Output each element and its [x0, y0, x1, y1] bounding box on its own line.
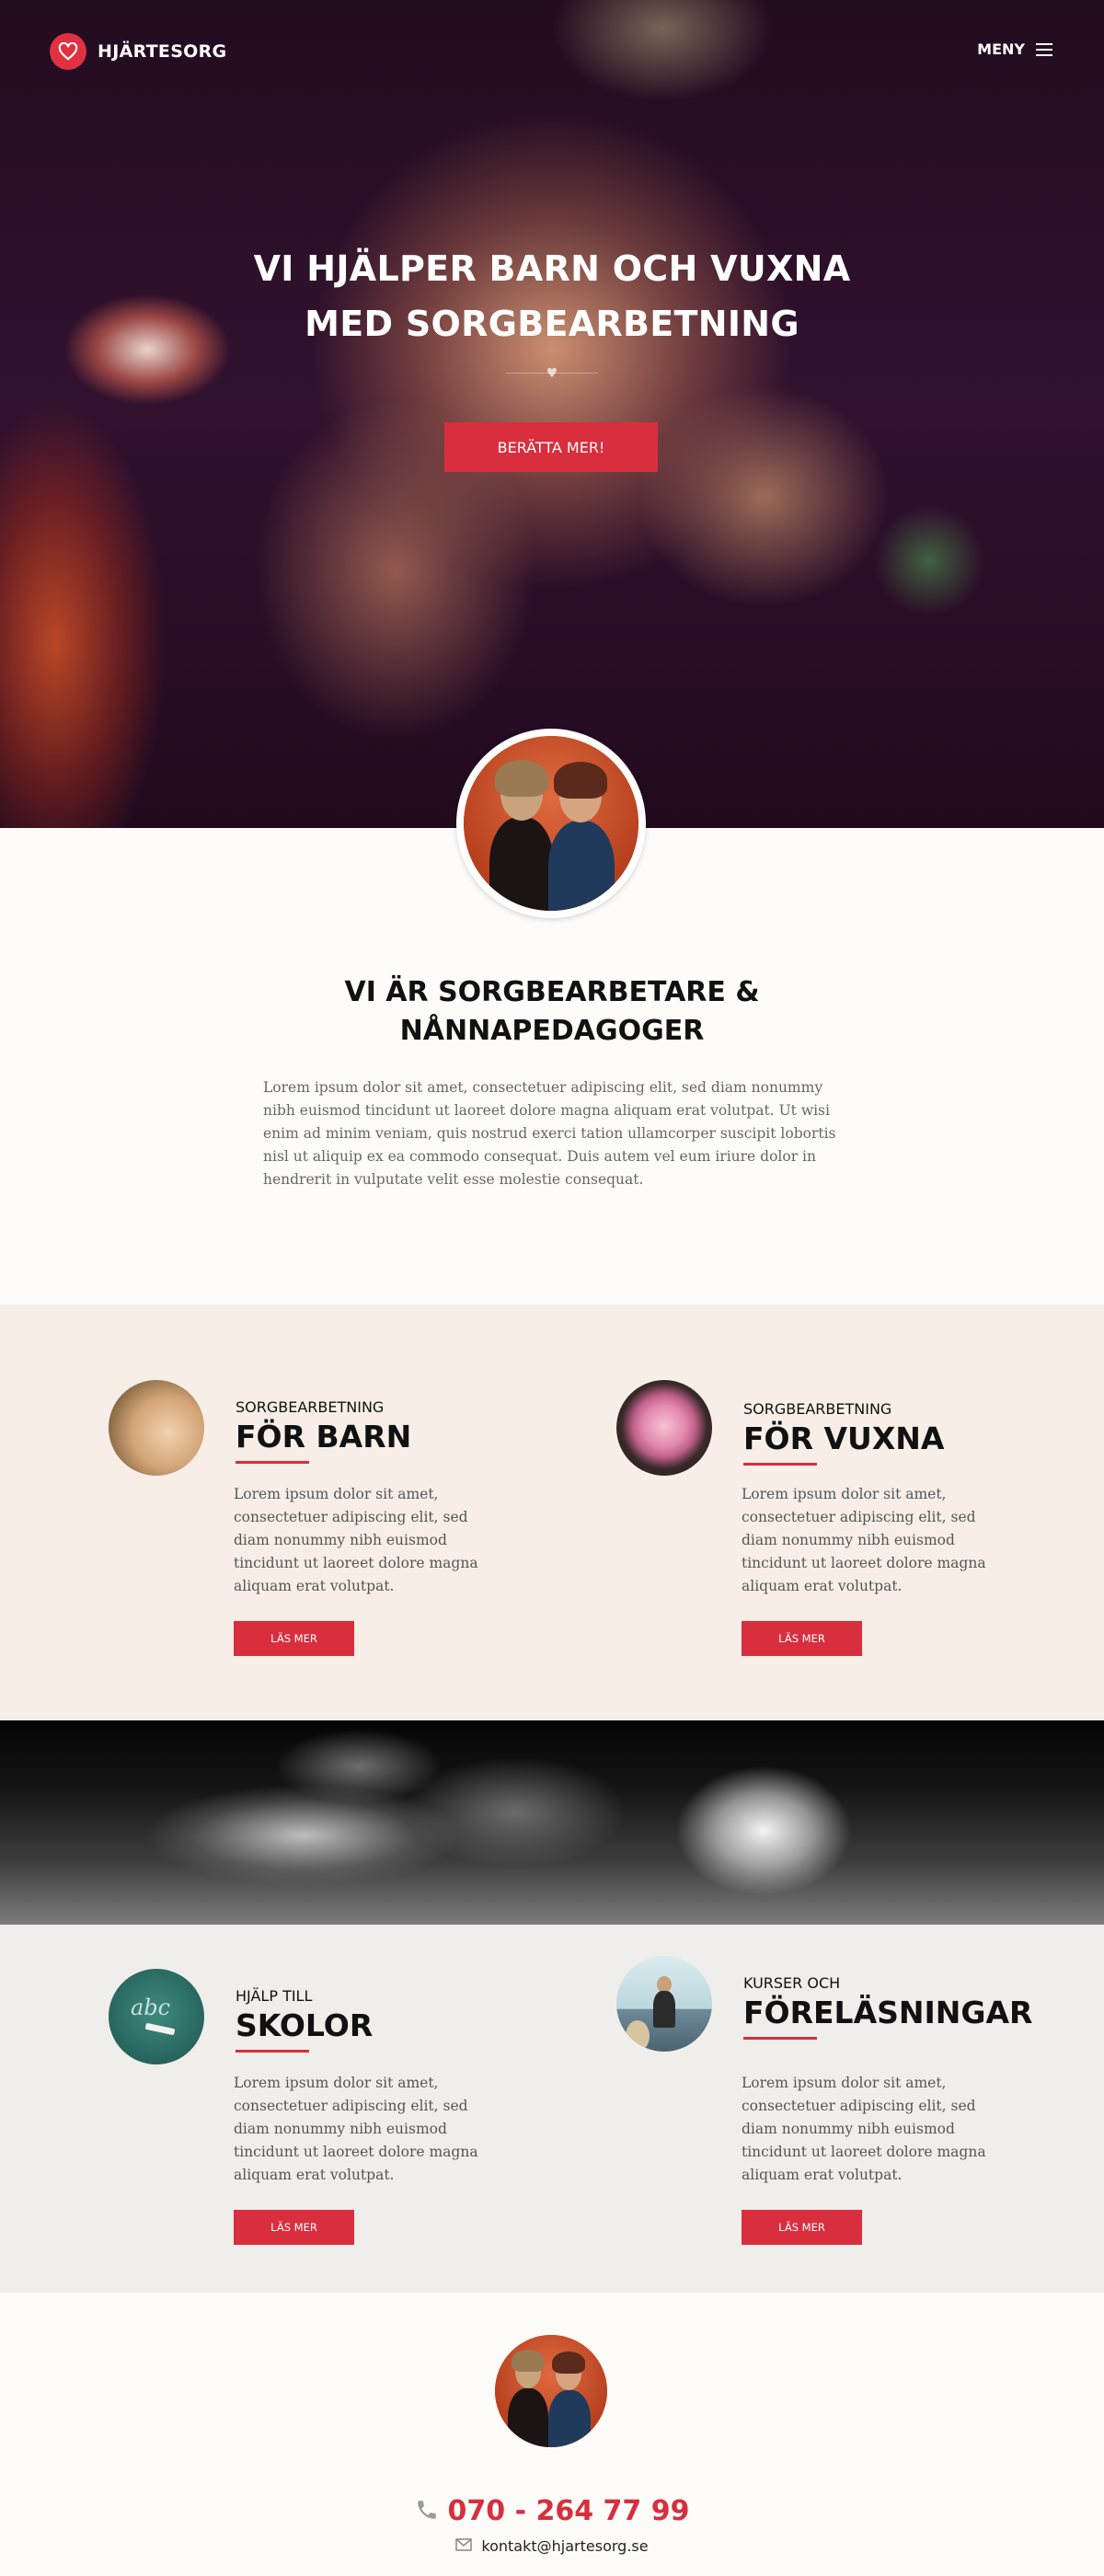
hero-title-line-1: VI HJÄLPER BARN OCH VUXNA	[253, 248, 851, 289]
hero-title-line-2: MED SORGBEARBETNING	[305, 304, 799, 344]
read-more-button[interactable]: LÄS MER	[742, 2210, 862, 2245]
service-title: FÖR VUXNA	[743, 1420, 945, 1456]
rose-photo-icon	[616, 1380, 712, 1476]
hero-title: VI HJÄLPER BARN OCH VUXNA MED SORGBEARBE…	[184, 241, 920, 351]
read-more-button[interactable]: LÄS MER	[234, 1621, 354, 1656]
intro-title: VI ÄR SORGBEARBETARE & NÅNNAPEDAGOGER	[276, 973, 828, 1051]
hamburger-icon	[1036, 42, 1052, 56]
intro-title-line-1: VI ÄR SORGBEARBETARE &	[344, 976, 760, 1008]
envelope-icon	[455, 2537, 473, 2555]
lecture-photo-icon	[616, 1956, 712, 2052]
phone-number-link[interactable]: 070 - 264 77 99	[448, 2495, 690, 2527]
team-photo-small	[495, 2335, 607, 2447]
heart-logo-icon	[50, 33, 86, 70]
heart-divider-icon: ♥	[546, 366, 558, 381]
service-kicker: SORGBEARBETNING	[743, 1400, 892, 1418]
brand-name: HJÄRTESORG	[98, 41, 227, 62]
menu-button[interactable]: MENY	[977, 40, 1052, 58]
read-more-button[interactable]: LÄS MER	[234, 2210, 354, 2245]
service-text: Lorem ipsum dolor sit amet, consectetuer…	[742, 1486, 986, 1594]
service-title: FÖRELÄSNINGAR	[743, 1995, 1033, 2030]
service-kicker: SORGBEARBETNING	[236, 1398, 385, 1416]
intro-title-line-2: NÅNNAPEDAGOGER	[399, 1015, 705, 1047]
service-title: SKOLOR	[236, 2007, 374, 2043]
tell-more-button[interactable]: BERÄTTA MER!	[444, 422, 658, 472]
logo-link[interactable]: HJÄRTESORG	[50, 33, 226, 70]
intro-text: Lorem ipsum dolor sit amet, consectetuer…	[263, 1079, 836, 1188]
service-text: Lorem ipsum dolor sit amet, consectetuer…	[234, 1486, 478, 1594]
phone-contact: 070 - 264 77 99	[368, 2495, 736, 2527]
child-photo-icon	[109, 1380, 204, 1476]
phone-icon	[415, 2498, 439, 2525]
service-text: Lorem ipsum dolor sit amet, consectetuer…	[234, 2075, 478, 2183]
service-text: Lorem ipsum dolor sit amet, consectetuer…	[742, 2075, 986, 2183]
service-kicker: HJÄLP TILL	[236, 1987, 313, 2005]
hero-section: HJÄRTESORG MENY VI HJÄLPER BARN OCH VUXN…	[0, 0, 1104, 828]
chalkboard-photo-icon: abc	[109, 1969, 204, 2064]
email-link[interactable]: kontakt@hjartesorg.se	[481, 2537, 648, 2555]
team-photo-avatar	[456, 729, 646, 918]
title-underline	[236, 2050, 309, 2053]
services-band-1: SORGBEARBETNING FÖR BARN Lorem ipsum dol…	[0, 1305, 1104, 1720]
service-kicker: KURSER OCH	[743, 1974, 841, 1992]
chalk-text: abc	[131, 1995, 171, 2020]
title-underline	[236, 1461, 309, 1464]
menu-label: MENY	[977, 40, 1025, 58]
hero-background-photo	[0, 0, 1104, 828]
hero-divider: ♥	[506, 364, 598, 383]
service-title: FÖR BARN	[236, 1419, 412, 1455]
read-more-button[interactable]: LÄS MER	[742, 1621, 862, 1656]
email-contact: kontakt@hjartesorg.se	[368, 2537, 736, 2555]
title-underline	[743, 1463, 817, 1466]
rose-leaves-banner	[0, 1720, 1104, 1925]
title-underline	[743, 2037, 817, 2040]
services-band-2: abc HJÄLP TILL SKOLOR Lorem ipsum dolor …	[0, 1925, 1104, 2293]
